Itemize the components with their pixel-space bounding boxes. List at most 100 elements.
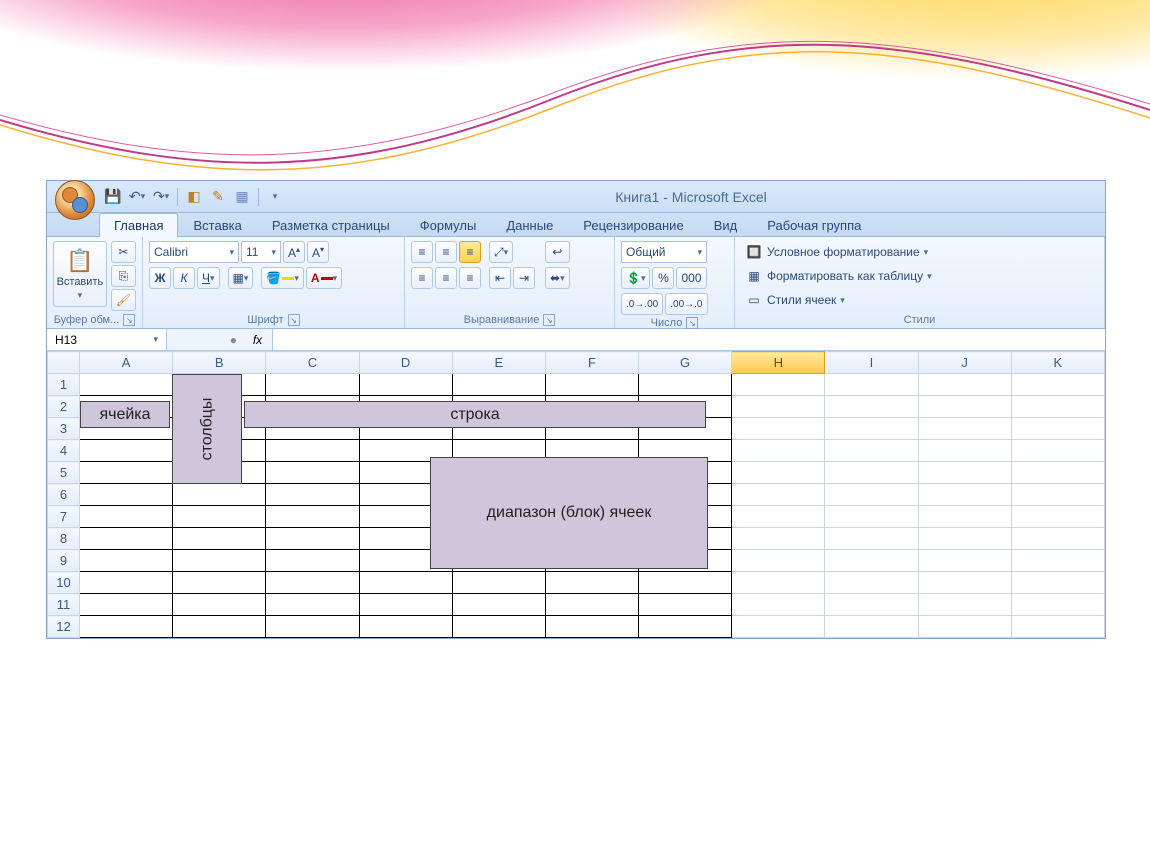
merge-center-button[interactable]: ⬌▾ xyxy=(545,267,570,289)
col-header-C[interactable]: C xyxy=(266,352,359,374)
cell-A7[interactable] xyxy=(80,506,173,528)
cell-J8[interactable] xyxy=(918,528,1011,550)
cell-I1[interactable] xyxy=(825,374,918,396)
font-size-dropdown[interactable]: 11▾ xyxy=(241,241,281,263)
underline-button[interactable]: Ч▾ xyxy=(197,267,220,289)
cell-I7[interactable] xyxy=(825,506,918,528)
qat-custom3-icon[interactable]: ▦ xyxy=(232,187,252,207)
col-header-D[interactable]: D xyxy=(359,352,452,374)
row-header-11[interactable]: 11 xyxy=(48,594,80,616)
cell-K9[interactable] xyxy=(1011,550,1104,572)
cell-C10[interactable] xyxy=(266,572,359,594)
col-header-H[interactable]: H xyxy=(732,352,825,374)
cell-C12[interactable] xyxy=(266,616,359,638)
cell-A5[interactable] xyxy=(80,462,173,484)
cell-B7[interactable] xyxy=(173,506,266,528)
tab-insert[interactable]: Вставка xyxy=(178,213,256,237)
format-painter-button[interactable]: 🖌 xyxy=(111,289,136,311)
cell-B11[interactable] xyxy=(173,594,266,616)
decrease-decimal-button[interactable]: .00→.0 xyxy=(665,293,707,315)
cell-E10[interactable] xyxy=(452,572,545,594)
wrap-text-button[interactable]: ↩ xyxy=(545,241,570,263)
italic-button[interactable]: К xyxy=(173,267,195,289)
cell-I11[interactable] xyxy=(825,594,918,616)
cut-button[interactable]: ✂ xyxy=(111,241,136,263)
cell-H9[interactable] xyxy=(732,550,825,572)
cell-A1[interactable] xyxy=(80,374,173,396)
cell-I5[interactable] xyxy=(825,462,918,484)
cell-F10[interactable] xyxy=(545,572,638,594)
cell-H6[interactable] xyxy=(732,484,825,506)
cell-I9[interactable] xyxy=(825,550,918,572)
cell-K7[interactable] xyxy=(1011,506,1104,528)
bold-button[interactable]: Ж xyxy=(149,267,171,289)
cell-C6[interactable] xyxy=(266,484,359,506)
row-header-5[interactable]: 5 xyxy=(48,462,80,484)
cell-H12[interactable] xyxy=(732,616,825,638)
cell-J6[interactable] xyxy=(918,484,1011,506)
decrease-indent-button[interactable]: ⇤ xyxy=(489,267,511,289)
align-center-button[interactable]: ≡ xyxy=(435,267,457,289)
increase-font-button[interactable]: A▴ xyxy=(283,241,305,263)
increase-decimal-button[interactable]: .0→.00 xyxy=(621,293,663,315)
cell-K4[interactable] xyxy=(1011,440,1104,462)
cell-D10[interactable] xyxy=(359,572,452,594)
cell-I4[interactable] xyxy=(825,440,918,462)
font-launcher-icon[interactable]: ↘ xyxy=(288,314,300,326)
cell-C7[interactable] xyxy=(266,506,359,528)
cell-D11[interactable] xyxy=(359,594,452,616)
cell-C11[interactable] xyxy=(266,594,359,616)
cell-H4[interactable] xyxy=(732,440,825,462)
cell-H8[interactable] xyxy=(732,528,825,550)
cell-A4[interactable] xyxy=(80,440,173,462)
cell-G10[interactable] xyxy=(639,572,732,594)
cell-J10[interactable] xyxy=(918,572,1011,594)
cell-B9[interactable] xyxy=(173,550,266,572)
cell-J12[interactable] xyxy=(918,616,1011,638)
cell-C5[interactable] xyxy=(266,462,359,484)
cell-H3[interactable] xyxy=(732,418,825,440)
cell-A12[interactable] xyxy=(80,616,173,638)
alignment-launcher-icon[interactable]: ↘ xyxy=(543,314,555,326)
cell-I12[interactable] xyxy=(825,616,918,638)
align-middle-button[interactable]: ≡ xyxy=(435,241,457,263)
cell-K5[interactable] xyxy=(1011,462,1104,484)
redo-icon[interactable]: ↷▾ xyxy=(151,187,171,207)
cell-C4[interactable] xyxy=(266,440,359,462)
tab-home[interactable]: Главная xyxy=(99,213,178,237)
cell-F12[interactable] xyxy=(545,616,638,638)
increase-indent-button[interactable]: ⇥ xyxy=(513,267,535,289)
cell-K6[interactable] xyxy=(1011,484,1104,506)
cell-G1[interactable] xyxy=(639,374,732,396)
cell-K8[interactable] xyxy=(1011,528,1104,550)
save-icon[interactable]: 💾 xyxy=(103,187,123,207)
cell-C8[interactable] xyxy=(266,528,359,550)
row-header-6[interactable]: 6 xyxy=(48,484,80,506)
cell-styles-button[interactable]: ▭ Стили ячеек ▾ xyxy=(741,289,936,311)
cell-F1[interactable] xyxy=(545,374,638,396)
row-header-2[interactable]: 2 xyxy=(48,396,80,418)
cell-E11[interactable] xyxy=(452,594,545,616)
cell-J1[interactable] xyxy=(918,374,1011,396)
cell-A8[interactable] xyxy=(80,528,173,550)
tab-view[interactable]: Вид xyxy=(699,213,753,237)
cell-J7[interactable] xyxy=(918,506,1011,528)
cell-J4[interactable] xyxy=(918,440,1011,462)
cell-K2[interactable] xyxy=(1011,396,1104,418)
row-header-7[interactable]: 7 xyxy=(48,506,80,528)
row-header-4[interactable]: 4 xyxy=(48,440,80,462)
office-button[interactable] xyxy=(55,180,95,220)
format-as-table-button[interactable]: ▦ Форматировать как таблицу ▾ xyxy=(741,265,936,287)
col-header-J[interactable]: J xyxy=(918,352,1011,374)
decrease-font-button[interactable]: A▾ xyxy=(307,241,329,263)
row-header-1[interactable]: 1 xyxy=(48,374,80,396)
fx-icon[interactable]: fx xyxy=(243,329,273,350)
cell-H7[interactable] xyxy=(732,506,825,528)
name-box[interactable]: H13 ▾ xyxy=(47,329,167,350)
align-left-button[interactable]: ≡ xyxy=(411,267,433,289)
number-format-dropdown[interactable]: Общий▾ xyxy=(621,241,707,263)
cell-H10[interactable] xyxy=(732,572,825,594)
align-right-button[interactable]: ≡ xyxy=(459,267,481,289)
cell-E1[interactable] xyxy=(452,374,545,396)
clipboard-launcher-icon[interactable]: ↘ xyxy=(123,314,135,326)
